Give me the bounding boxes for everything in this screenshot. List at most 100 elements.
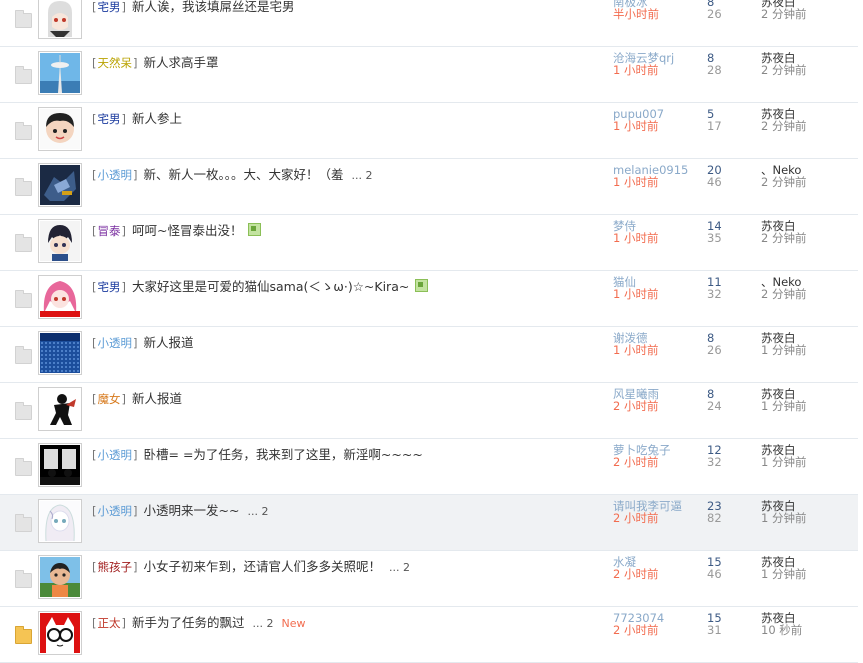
thread-tag[interactable]: [宅男]: [92, 0, 126, 14]
folder-icon[interactable]: [15, 514, 32, 532]
thread-row: [小透明] 卧槽= =为了任务，我来到了这里，新淫啊~~~~ 萝卜吃兔子 2 小时…: [0, 439, 858, 495]
thread-tag-label[interactable]: 小透明: [98, 336, 133, 350]
last-post-time[interactable]: 2 分钟前: [761, 64, 806, 76]
view-count: 82: [707, 511, 722, 525]
thread-post-time: 1 小时前: [613, 119, 659, 133]
thread-post-time: 2 小时前: [613, 567, 659, 581]
thread-title[interactable]: 新人求高手罩: [144, 55, 219, 70]
avatar-sketch-girl[interactable]: [38, 499, 82, 543]
avatar-glasses-cat[interactable]: [38, 611, 82, 655]
thread-pages[interactable]: ... 2: [253, 617, 274, 630]
thread-tag[interactable]: [天然呆]: [92, 56, 138, 70]
folder-icon[interactable]: [15, 178, 32, 196]
view-count: 26: [707, 7, 722, 21]
thread-tag[interactable]: [冒泰]: [92, 224, 126, 238]
folder-icon[interactable]: [15, 290, 32, 308]
last-post-time[interactable]: 2 分钟前: [761, 120, 806, 132]
thread-tag[interactable]: [小透明]: [92, 168, 138, 182]
thread-tag-label[interactable]: 正太: [98, 616, 121, 630]
view-count: 35: [707, 231, 722, 245]
thread-title[interactable]: 新人参上: [132, 111, 182, 126]
thread-pages[interactable]: ... 2: [352, 169, 373, 182]
thread-row: [魔女] 新人报道 风星曦雨 2 小时前 8 24 苏夜白 1 分钟前: [0, 383, 858, 439]
thread-tag-label[interactable]: 宅男: [98, 0, 121, 14]
folder-icon[interactable]: [15, 66, 32, 84]
thread-row: [小透明] 小透明来一发~~... 2 请叫我李可逼 2 小时前 23 82 苏夜…: [0, 495, 858, 551]
avatar-silhouette[interactable]: [38, 387, 82, 431]
thread-title[interactable]: 呵呵~怪冒泰出没！: [132, 223, 242, 238]
last-post-time[interactable]: 2 分钟前: [761, 288, 806, 300]
thread-tag-label[interactable]: 宅男: [98, 280, 121, 294]
avatar-pink-girl[interactable]: [38, 275, 82, 319]
thread-tag[interactable]: [魔女]: [92, 392, 126, 406]
thread-title[interactable]: 小女子初来乍到，还请官人们多多关照呢！: [144, 559, 382, 574]
thread-tag[interactable]: [熊孩子]: [92, 560, 138, 574]
thread-row: [宅男] 新人参上 pupu007 1 小时前 5 17 苏夜白 2 分钟前: [0, 103, 858, 159]
avatar-doll[interactable]: [38, 107, 82, 151]
thread-post-time: 2 小时前: [613, 511, 659, 525]
last-post-time[interactable]: 1 分钟前: [761, 456, 806, 468]
thread-tag-label[interactable]: 冒泰: [98, 224, 121, 238]
avatar-mecha[interactable]: [38, 163, 82, 207]
thread-tag[interactable]: [宅男]: [92, 280, 126, 294]
folder-icon[interactable]: [15, 402, 32, 420]
thread-tag-label[interactable]: 天然呆: [98, 56, 133, 70]
folder-icon[interactable]: [15, 10, 32, 28]
last-post-time[interactable]: 1 分钟前: [761, 400, 806, 412]
thread-pages[interactable]: ... 2: [247, 505, 268, 518]
last-post-time[interactable]: 10 秒前: [761, 624, 802, 636]
thread-title[interactable]: 新、新人一枚。。。大、大家好！（羞: [144, 167, 344, 182]
avatar-tower[interactable]: [38, 51, 82, 95]
thread-row: [宅男] 大家好这里是可爱的猫仙sama(＜ゝω·)☆~Kira~ 猫仙 1 小时…: [0, 271, 858, 327]
thread-post-time: 2 小时前: [613, 399, 659, 413]
avatar-blue-water[interactable]: [38, 331, 82, 375]
thread-post-time: 1 小时前: [613, 63, 659, 77]
thread-tag-label[interactable]: 小透明: [98, 448, 133, 462]
avatar-anime-boy[interactable]: [38, 219, 82, 263]
folder-icon[interactable]: [15, 570, 32, 588]
last-post-time[interactable]: 1 分钟前: [761, 568, 806, 580]
last-post-time[interactable]: 2 分钟前: [761, 232, 806, 244]
thread-tag-label[interactable]: 熊孩子: [98, 560, 133, 574]
avatar-window[interactable]: [38, 443, 82, 487]
last-post-time[interactable]: 1 分钟前: [761, 512, 806, 524]
view-count: 24: [707, 399, 722, 413]
thread-tag[interactable]: [小透明]: [92, 504, 138, 518]
thread-tag[interactable]: [正太]: [92, 616, 126, 630]
view-count: 26: [707, 343, 722, 357]
thread-title[interactable]: 卧槽= =为了任务，我来到了这里，新淫啊~~~~: [144, 447, 423, 462]
folder-icon[interactable]: [15, 626, 32, 644]
thread-row: [正太] 新手为了任务的飘过... 2 New 7723074 2 小时前 15 3…: [0, 607, 858, 663]
folder-icon[interactable]: [15, 458, 32, 476]
thread-title[interactable]: 新人报道: [132, 391, 182, 406]
thread-title[interactable]: 新人报道: [144, 335, 194, 350]
thread-title[interactable]: 新手为了任务的飘过: [132, 615, 245, 630]
folder-icon[interactable]: [15, 346, 32, 364]
thread-post-time: 半小时前: [613, 7, 659, 21]
thread-tag[interactable]: [宅男]: [92, 112, 126, 126]
thread-tag[interactable]: [小透明]: [92, 448, 138, 462]
thread-tag[interactable]: [小透明]: [92, 336, 138, 350]
folder-icon[interactable]: [15, 234, 32, 252]
avatar-girl-white-hair[interactable]: [38, 0, 82, 39]
thread-row: [小透明] 新人报道 谢泼德 1 小时前 8 26 苏夜白 1 分钟前: [0, 327, 858, 383]
avatar-child[interactable]: [38, 555, 82, 599]
thread-title[interactable]: 小透明来一发~~: [144, 503, 240, 518]
last-post-time[interactable]: 1 分钟前: [761, 344, 806, 356]
thread-title[interactable]: 大家好这里是可爱的猫仙sama(＜ゝω·)☆~Kira~: [132, 279, 409, 294]
thread-tag-label[interactable]: 小透明: [98, 168, 133, 182]
last-post-time[interactable]: 2 分钟前: [761, 8, 806, 20]
thread-tag-label[interactable]: 小透明: [98, 504, 133, 518]
new-badge: New: [281, 617, 306, 630]
thread-post-time: 2 小时前: [613, 455, 659, 469]
folder-icon[interactable]: [15, 122, 32, 140]
view-count: 17: [707, 119, 722, 133]
thread-tag-label[interactable]: 宅男: [98, 112, 121, 126]
last-post-time[interactable]: 2 分钟前: [761, 176, 806, 188]
thread-row: [熊孩子] 小女子初来乍到，还请官人们多多关照呢！... 2 水凝 2 小时前 1…: [0, 551, 858, 607]
thread-post-time: 1 小时前: [613, 343, 659, 357]
thread-tag-label[interactable]: 魔女: [98, 392, 121, 406]
view-count: 28: [707, 63, 722, 77]
thread-title[interactable]: 新人诶，我该填屌丝还是宅男: [132, 0, 295, 14]
thread-pages[interactable]: ... 2: [389, 561, 410, 574]
